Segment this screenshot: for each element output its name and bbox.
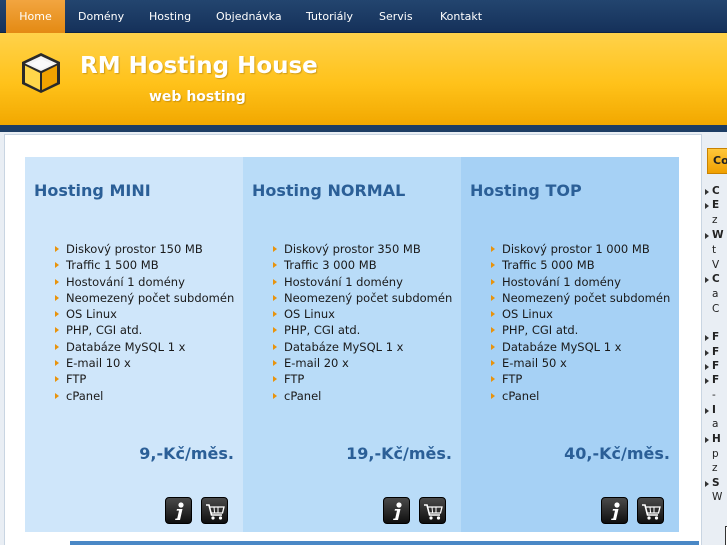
plan-name: Hosting MINI (34, 181, 151, 200)
nav-item-kontakt[interactable]: Kontakt (440, 0, 482, 33)
list-item: Hostování 1 domény (55, 274, 234, 290)
sidebar-text: C (712, 303, 720, 315)
nav-item-hosting[interactable]: Hosting (149, 0, 191, 33)
nav-item-objednavka[interactable]: Objednávka (216, 0, 282, 33)
plan-feature-list: Diskový prostor 350 MB Traffic 3 000 MB … (273, 241, 452, 404)
sidebar-link[interactable]: C (705, 273, 720, 285)
list-item: FTP (55, 371, 234, 387)
info-icon (611, 502, 620, 520)
cart-icon (424, 504, 443, 520)
sidebar-text: z (712, 214, 718, 226)
info-icon (393, 502, 402, 520)
order-cart-button[interactable] (637, 497, 664, 524)
list-item: Neomezený počet subdomén (491, 290, 670, 306)
content-bottom-bar (70, 541, 699, 545)
plan-price: 19,-Kč/měs. (346, 444, 452, 463)
list-item: cPanel (55, 388, 234, 404)
list-item: Neomezený počet subdomén (55, 290, 234, 306)
header-divider (0, 125, 727, 132)
info-button[interactable] (383, 497, 410, 524)
list-item: OS Linux (491, 306, 670, 322)
sidebar-text: z (712, 462, 718, 474)
list-item: Hostování 1 domény (491, 274, 670, 290)
sidebar-link[interactable]: H (705, 433, 721, 445)
sidebar-link[interactable]: C (705, 185, 720, 197)
nav-item-home[interactable]: Home (6, 0, 65, 33)
list-item: Diskový prostor 150 MB (55, 241, 234, 257)
list-item: E-mail 10 x (55, 355, 234, 371)
list-item: Databáze MySQL 1 x (273, 339, 452, 355)
right-sidebar: Co C E z W t V C a C F F F F - I a H p z… (702, 134, 727, 545)
sidebar-text: p (712, 448, 719, 460)
nav-item-tutorialy[interactable]: Tutoriály (306, 0, 353, 33)
nav-item-servis[interactable]: Servis (379, 0, 413, 33)
sidebar-link[interactable]: F (704, 331, 719, 343)
site-subtitle: web hosting (149, 89, 246, 105)
sidebar-link[interactable]: E (704, 199, 719, 211)
sidebar-text: a (712, 418, 719, 430)
list-item: Hostování 1 domény (273, 274, 452, 290)
sidebar-link[interactable]: F (704, 374, 719, 386)
site-title[interactable]: RM Hosting House (80, 53, 318, 79)
order-cart-button[interactable] (201, 497, 228, 524)
sidebar-text: W (712, 491, 723, 503)
list-item: Databáze MySQL 1 x (55, 339, 234, 355)
plan-name: Hosting TOP (470, 181, 582, 200)
sidebar-text: a (712, 288, 719, 300)
info-button[interactable] (165, 497, 192, 524)
top-navigation: Home Domény Hosting Objednávka Tutoriály… (0, 0, 727, 33)
list-item: Diskový prostor 1 000 MB (491, 241, 670, 257)
info-button[interactable] (601, 497, 628, 524)
list-item: FTP (273, 371, 452, 387)
list-item: Databáze MySQL 1 x (491, 339, 670, 355)
list-item: OS Linux (273, 306, 452, 322)
list-item: Traffic 5 000 MB (491, 257, 670, 273)
plan-feature-list: Diskový prostor 150 MB Traffic 1 500 MB … (55, 241, 234, 404)
sidebar-text: V (712, 259, 720, 271)
nav-item-domeny[interactable]: Domény (78, 0, 124, 33)
cart-icon (206, 504, 225, 520)
list-item: Neomezený počet subdomén (273, 290, 452, 306)
list-item: Traffic 1 500 MB (55, 257, 234, 273)
list-item: E-mail 20 x (273, 355, 452, 371)
plan-name: Hosting NORMAL (252, 181, 406, 200)
list-item: PHP, CGI atd. (273, 322, 452, 338)
info-icon (175, 502, 184, 520)
sidebar-text: t (712, 244, 717, 256)
list-item: FTP (491, 371, 670, 387)
sidebar-text: - (712, 389, 716, 401)
cart-icon (642, 504, 661, 520)
list-item: E-mail 50 x (491, 355, 670, 371)
list-item: PHP, CGI atd. (55, 322, 234, 338)
plan-feature-list: Diskový prostor 1 000 MB Traffic 5 000 M… (491, 241, 670, 404)
sidebar-heading: Co (707, 148, 727, 174)
cube-logo-icon[interactable] (18, 50, 64, 96)
list-item: cPanel (491, 388, 670, 404)
sidebar-link[interactable]: F (704, 360, 719, 372)
plan-card-mini: Hosting MINI Diskový prostor 150 MB Traf… (25, 157, 243, 532)
plan-card-normal: Hosting NORMAL Diskový prostor 350 MB Tr… (243, 157, 461, 532)
site-header: RM Hosting House web hosting (0, 33, 727, 125)
list-item: cPanel (273, 388, 452, 404)
plan-price: 40,-Kč/měs. (564, 444, 670, 463)
list-item: Diskový prostor 350 MB (273, 241, 452, 257)
sidebar-link[interactable]: W (705, 229, 724, 241)
plan-card-top: Hosting TOP Diskový prostor 1 000 MB Tra… (461, 157, 679, 532)
list-item: OS Linux (55, 306, 234, 322)
sidebar-link[interactable]: S (705, 477, 720, 489)
sidebar-heading-text: Co (713, 154, 727, 167)
plan-price: 9,-Kč/měs. (139, 444, 234, 463)
order-cart-button[interactable] (419, 497, 446, 524)
list-item: PHP, CGI atd. (491, 322, 670, 338)
sidebar-link[interactable]: F (704, 346, 719, 358)
sidebar-link[interactable]: I (705, 404, 716, 416)
list-item: Traffic 3 000 MB (273, 257, 452, 273)
